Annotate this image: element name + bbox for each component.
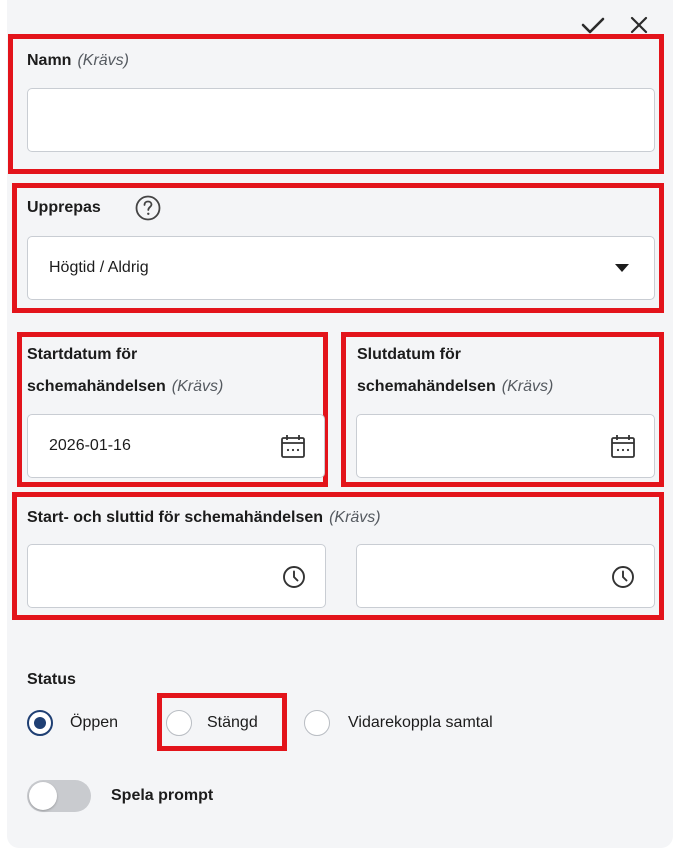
calendar-icon[interactable] [279, 432, 307, 460]
start-date-required-text: (Krävs) [171, 378, 224, 395]
end-date-required-text: (Krävs) [501, 378, 554, 395]
end-date-label-text: schemahändelsen [357, 378, 496, 395]
start-date-label-line1: Startdatum för [27, 346, 138, 363]
time-range-required-text: (Krävs) [329, 509, 381, 526]
start-date-label-line2: schemahändelsen (Krävs) [27, 377, 223, 397]
time-range-label-text: Start- och sluttid för schemahändelsen [27, 509, 324, 526]
radio-closed[interactable] [166, 710, 192, 736]
radio-open-label: Öppen [70, 714, 119, 731]
play-prompt-toggle[interactable] [27, 780, 91, 812]
start-date-label-text: schemahändelsen [27, 378, 166, 395]
repeat-select[interactable]: Högtid / Aldrig [27, 236, 655, 300]
question-circle-icon[interactable] [134, 194, 162, 222]
play-prompt-label: Spela prompt [111, 787, 214, 804]
end-date-label-line1: Slutdatum för [357, 346, 461, 363]
name-required-text: (Krävs) [77, 52, 130, 69]
caret-down-icon [615, 264, 629, 272]
clock-icon[interactable] [611, 565, 635, 589]
name-label-text: Namn [27, 52, 72, 69]
name-label: Namn (Krävs) [27, 51, 129, 71]
start-date-value: 2026-01-16 [49, 437, 131, 454]
repeat-select-value: Högtid / Aldrig [49, 259, 149, 276]
clock-icon[interactable] [282, 565, 306, 589]
name-input[interactable] [27, 88, 655, 152]
start-date-input[interactable]: 2026-01-16 [27, 414, 325, 478]
radio-forward-call[interactable] [304, 710, 330, 736]
end-date-input[interactable] [356, 414, 655, 478]
end-date-label-line2: schemahändelsen (Krävs) [357, 377, 553, 397]
radio-open[interactable] [27, 710, 53, 736]
time-range-label: Start- och sluttid för schemahändelsen (K… [27, 508, 381, 528]
toggle-knob [29, 782, 57, 810]
end-time-input[interactable] [356, 544, 655, 608]
calendar-icon[interactable] [609, 432, 637, 460]
radio-forward-call-label: Vidarekoppla samtal [348, 714, 493, 731]
radio-closed-label: Stängd [207, 714, 258, 731]
repeat-label: Upprepas [27, 199, 101, 216]
start-time-input[interactable] [27, 544, 326, 608]
status-label: Status [27, 671, 76, 688]
